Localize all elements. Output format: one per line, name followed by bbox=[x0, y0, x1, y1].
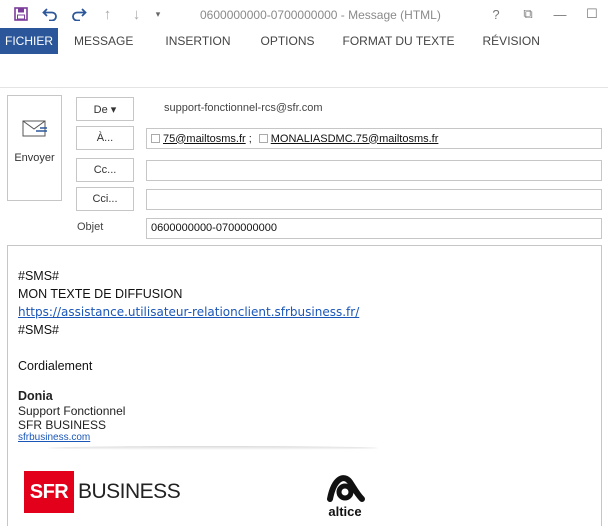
envelope-icon bbox=[22, 120, 48, 138]
tab-insertion[interactable]: INSERTION bbox=[155, 28, 240, 54]
cc-field[interactable] bbox=[146, 160, 602, 181]
signature-divider bbox=[48, 446, 378, 450]
tab-message[interactable]: MESSAGE bbox=[64, 28, 143, 54]
redo-icon[interactable] bbox=[64, 3, 93, 25]
from-value: support-fonctionnel-rcs@sfr.com bbox=[164, 102, 323, 114]
tab-options[interactable]: OPTIONS bbox=[250, 28, 324, 54]
title-bar: ↑ ↓ ▾ 0600000000-0700000000 - Message (H… bbox=[0, 0, 608, 28]
ribbon-collapsed-area bbox=[0, 54, 608, 88]
help-icon[interactable]: ? bbox=[480, 0, 512, 28]
recipient-checkbox-icon bbox=[258, 134, 268, 143]
bcc-field[interactable] bbox=[146, 189, 602, 210]
cc-button[interactable]: Cc... bbox=[76, 158, 134, 182]
undo-icon[interactable] bbox=[35, 3, 64, 25]
signature-company: SFR BUSINESS bbox=[18, 418, 107, 432]
sfr-logo-business: BUSINESS bbox=[78, 480, 181, 503]
send-label: Envoyer bbox=[14, 152, 55, 164]
recipient-address[interactable]: MONALIASDMC.75@mailtosms.fr bbox=[271, 133, 439, 145]
body-line: #SMS# bbox=[18, 269, 59, 283]
signature-website-link[interactable]: sfrbusiness.com bbox=[18, 432, 601, 444]
sfr-logo-box: SFR bbox=[24, 471, 74, 513]
quick-access-toolbar: ↑ ↓ ▾ bbox=[6, 3, 165, 25]
bcc-button[interactable]: Cci... bbox=[76, 187, 134, 211]
body-line: MON TEXTE DE DIFFUSION bbox=[18, 287, 183, 301]
minimize-icon[interactable]: — bbox=[544, 0, 576, 28]
to-field[interactable]: 75@mailtosms.fr; MONALIASDMC.75@mailtosm… bbox=[146, 128, 602, 149]
maximize-icon[interactable]: ☐ bbox=[576, 0, 608, 28]
dropdown-icon[interactable]: ▾ bbox=[151, 9, 165, 20]
greeting: Cordialement bbox=[18, 359, 93, 373]
body-line: #SMS# bbox=[18, 323, 59, 337]
from-button[interactable]: De ▾ bbox=[76, 97, 134, 121]
signature-name: Donia bbox=[18, 389, 53, 403]
tab-format-du-texte[interactable]: FORMAT DU TEXTE bbox=[333, 28, 465, 54]
altice-mark-icon bbox=[327, 475, 365, 502]
tab-fichier[interactable]: FICHIER bbox=[0, 28, 58, 54]
altice-logo: altice bbox=[320, 472, 370, 519]
tab-revision[interactable]: RÉVISION bbox=[473, 28, 550, 54]
to-button[interactable]: À... bbox=[76, 126, 134, 150]
signature-role: Support Fonctionnel bbox=[18, 404, 126, 418]
send-button[interactable]: Envoyer bbox=[7, 95, 62, 201]
subject-label: Objet bbox=[77, 221, 104, 233]
ribbon-tabs: FICHIER MESSAGE INSERTION OPTIONS FORMAT… bbox=[0, 28, 608, 54]
arrow-down-icon[interactable]: ↓ bbox=[122, 3, 151, 25]
subject-input[interactable]: 0600000000-0700000000 bbox=[146, 218, 602, 239]
altice-name: altice bbox=[328, 504, 362, 519]
message-body[interactable]: #SMS# MON TEXTE DE DIFFUSION https://ass… bbox=[7, 245, 602, 526]
recipient-address[interactable]: 75@mailtosms.fr bbox=[163, 133, 246, 145]
to-recipients: 75@mailtosms.fr; MONALIASDMC.75@mailtosm… bbox=[147, 129, 601, 148]
body-link[interactable]: https://assistance.utilisateur-relationc… bbox=[18, 305, 359, 319]
window-title: 0600000000-0700000000 - Message (HTML) bbox=[200, 8, 441, 22]
arrow-up-icon[interactable]: ↑ bbox=[93, 3, 122, 25]
sfr-business-logo: SFR BUSINESS bbox=[24, 471, 181, 513]
recipient-separator: ; bbox=[248, 132, 252, 145]
window-controls: ? ⧉ — ☐ bbox=[480, 0, 608, 28]
save-icon[interactable] bbox=[6, 3, 35, 25]
recipient-checkbox-icon bbox=[151, 134, 160, 143]
compose-header: Envoyer De ▾ support-fonctionnel-rcs@sfr… bbox=[0, 88, 608, 244]
ribbon-display-icon[interactable]: ⧉ bbox=[512, 0, 544, 28]
